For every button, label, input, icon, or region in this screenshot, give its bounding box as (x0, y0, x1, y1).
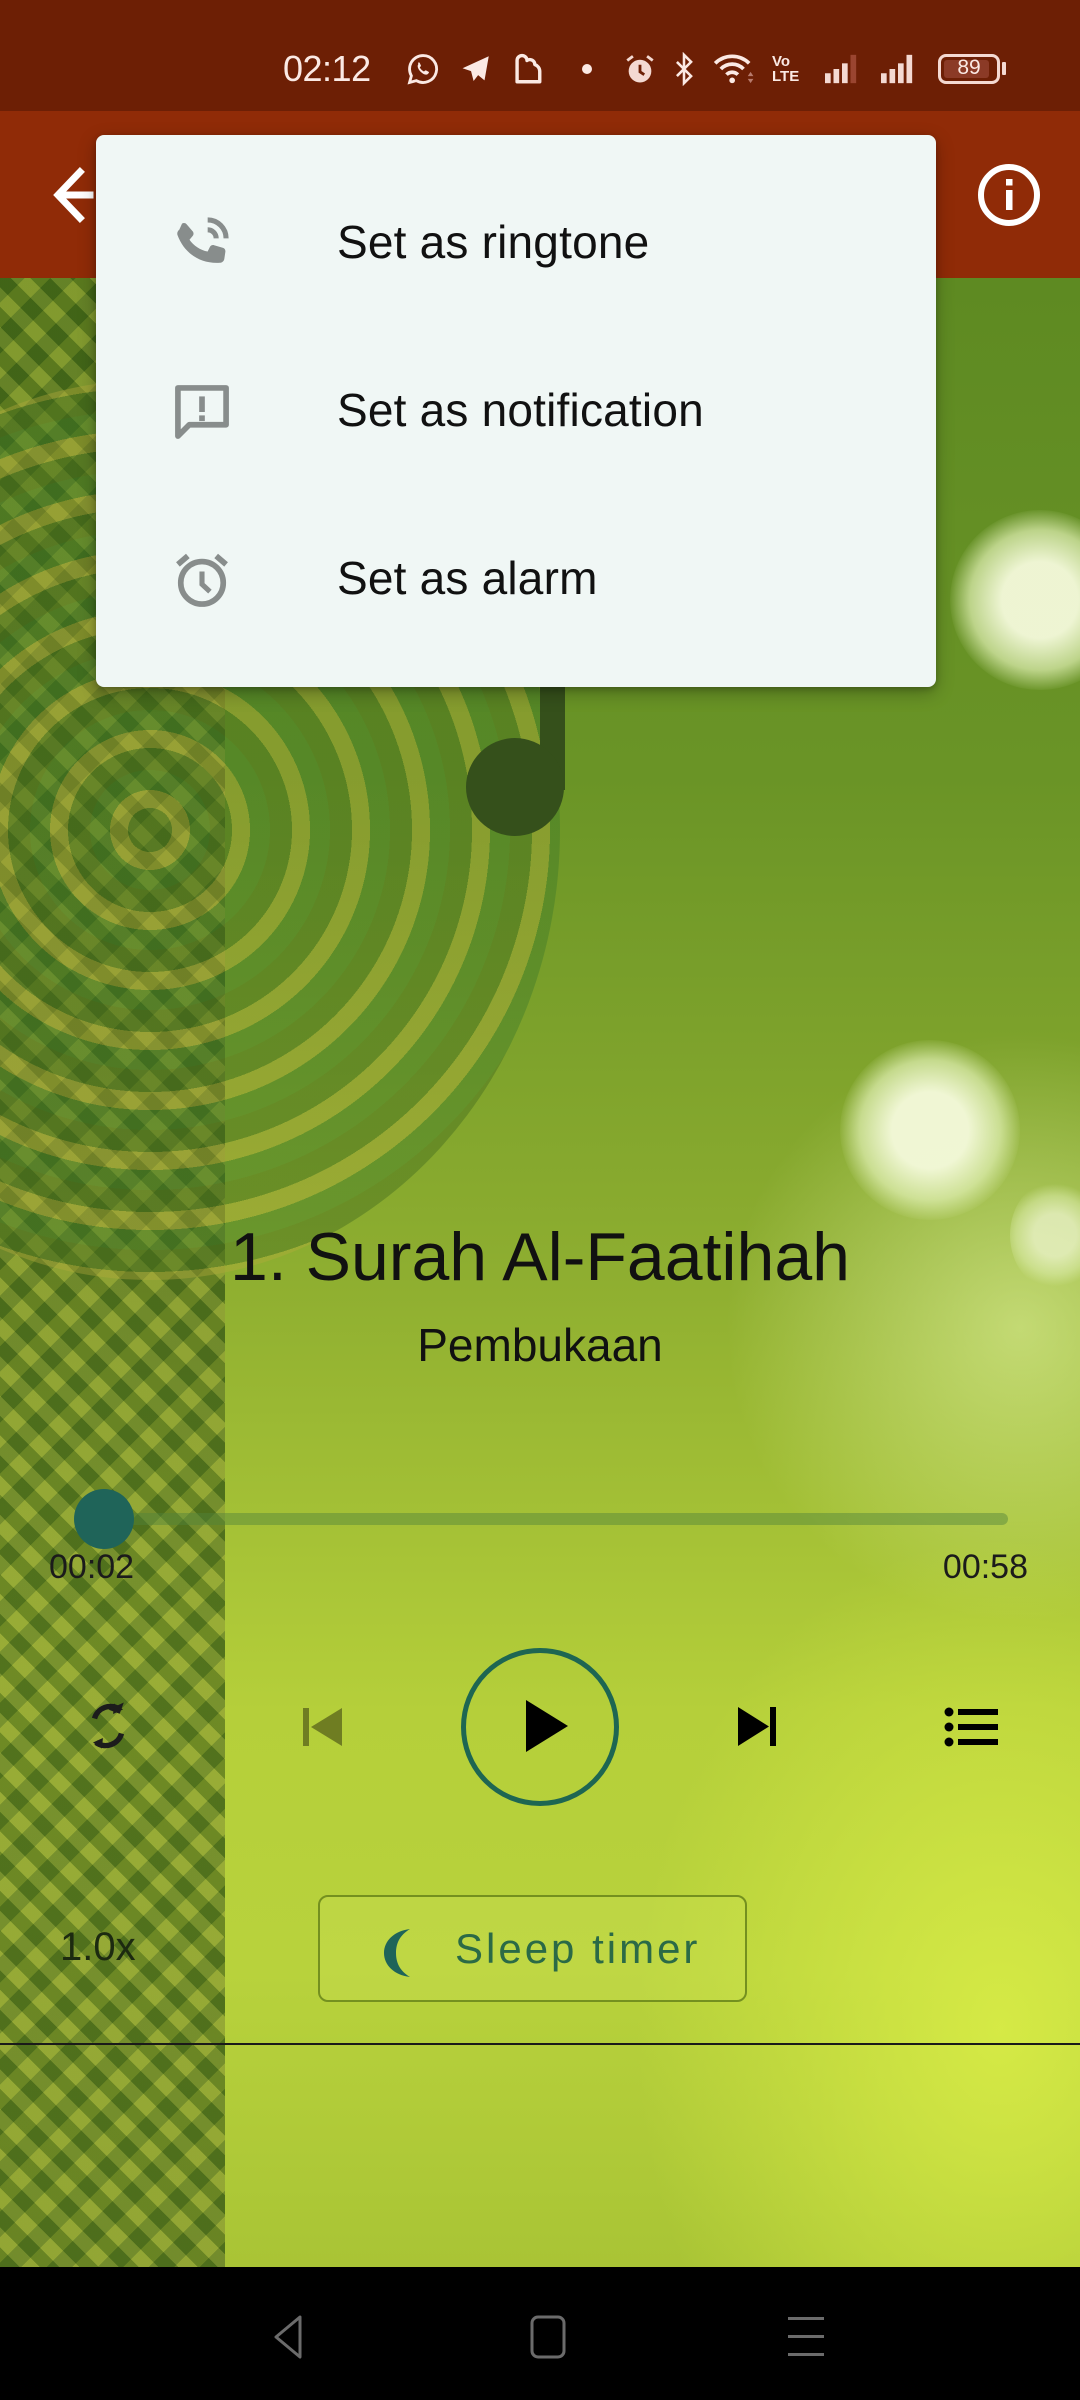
divider (0, 2043, 1080, 2045)
whatsapp-icon (407, 54, 438, 85)
info-button[interactable] (966, 152, 1052, 238)
battery-level: 89 (957, 56, 981, 79)
status-time: 02:12 (283, 48, 371, 89)
menu-item-label: Set as notification (337, 384, 704, 436)
music-note-icon (466, 738, 564, 836)
playback-speed-button[interactable]: 1.0x (60, 1925, 136, 1970)
seek-thumb[interactable] (74, 1489, 134, 1549)
battery-nub (1002, 62, 1006, 75)
nav-home-button[interactable] (508, 2297, 588, 2377)
moon-icon (384, 1929, 410, 1977)
track-title: 1. Surah Al-Faatihah (230, 1219, 850, 1295)
sleep-timer-button[interactable]: Sleep timer (318, 1895, 747, 2002)
telegram-icon (462, 56, 489, 82)
bluetooth-icon (676, 52, 693, 86)
system-navigation-bar (0, 2267, 1080, 2400)
elapsed-time: 00:02 (49, 1548, 135, 1586)
skip-previous-icon (303, 1708, 342, 1746)
playlist-button[interactable] (934, 1690, 1008, 1762)
skip-next-icon (738, 1707, 776, 1746)
alarm-icon (626, 55, 654, 83)
recents-menu-icon (788, 2317, 824, 2356)
info-icon (978, 164, 1040, 226)
nav-back-button[interactable] (250, 2297, 330, 2377)
ringtone-phone-icon (177, 217, 229, 263)
cloud-app-icon (515, 53, 542, 84)
menu-item-label: Set as ringtone (337, 216, 650, 268)
menu-item-label: Set as alarm (337, 552, 598, 604)
home-square-icon (530, 2315, 566, 2359)
volte-lte-icon: Vo LTE (772, 53, 800, 85)
repeat-button[interactable] (72, 1690, 144, 1762)
seek-bar[interactable] (104, 1513, 1008, 1525)
signal-sim2-icon (881, 54, 913, 84)
menu-item-set-notification[interactable]: Set as notification (96, 326, 936, 494)
next-button[interactable] (724, 1690, 788, 1762)
sleep-timer-label: Sleep timer (455, 1925, 701, 1972)
signal-sim1-icon (825, 54, 857, 84)
wifi-icon (713, 54, 754, 84)
back-triangle-icon (274, 2315, 302, 2359)
play-button[interactable] (461, 1648, 619, 1806)
nav-recents-button[interactable] (766, 2297, 846, 2377)
notification-dot-icon (582, 64, 592, 74)
notification-alert-icon (175, 385, 229, 439)
menu-item-set-ringtone[interactable]: Set as ringtone (96, 158, 936, 326)
popup-menu: Set as ringtone Set as notification Set … (96, 135, 936, 687)
status-bar: 02:12 Vo LTE 89 (0, 0, 1080, 111)
battery-indicator: 89 (938, 54, 1000, 84)
track-subtitle: Pembukaan (417, 1319, 663, 1371)
menu-item-set-alarm[interactable]: Set as alarm (96, 494, 936, 662)
play-icon (526, 1700, 568, 1752)
total-duration: 00:58 (942, 1548, 1028, 1586)
repeat-icon (91, 1702, 125, 1749)
flower-decoration (840, 1040, 1020, 1220)
alarm-clock-icon (176, 553, 228, 607)
previous-button[interactable] (290, 1690, 354, 1762)
playlist-icon (944, 1707, 998, 1747)
